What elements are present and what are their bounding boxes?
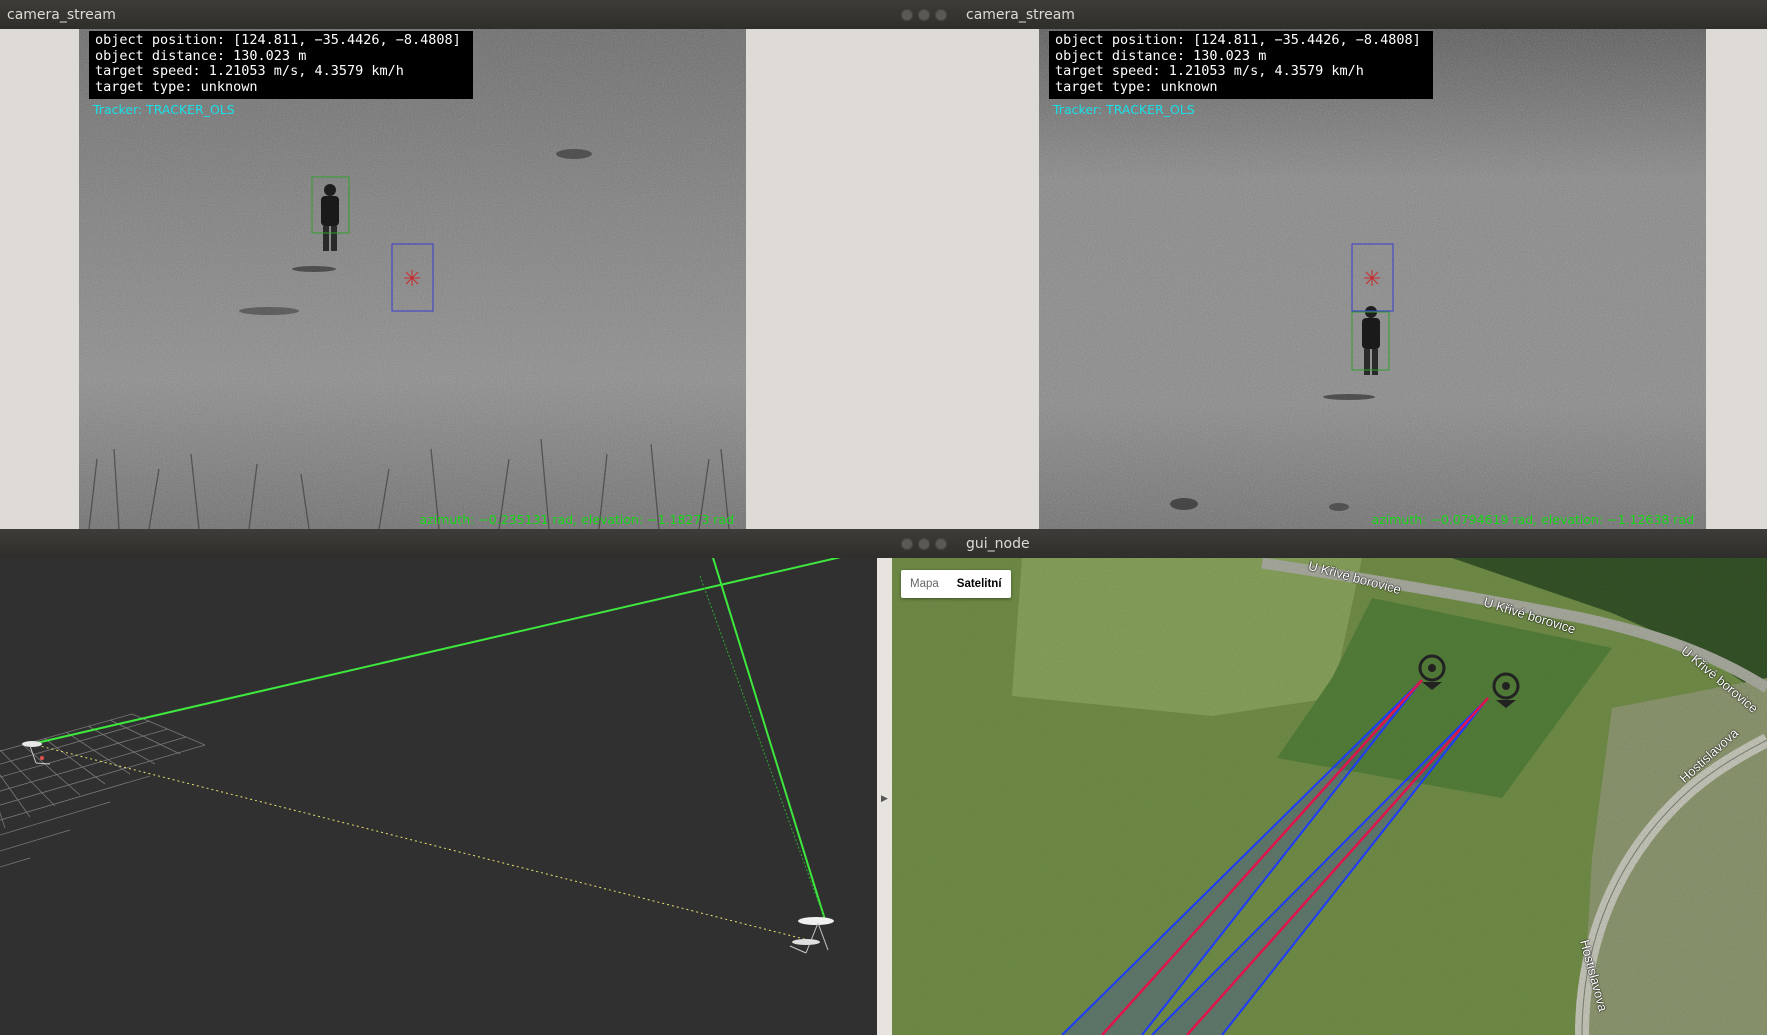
right-camera-content: object position: [124.811, −35.4426, −8.… [892,29,1767,529]
maximize-icon[interactable] [935,538,947,550]
ground-grid [0,713,206,868]
close-icon[interactable] [901,9,913,21]
baseline-dotted [31,743,813,942]
overlay-line: target speed: 1.21053 m/s, 4.3579 km/h [95,63,404,79]
right-camera-frame: object position: [124.811, −35.4426, −8.… [1039,29,1706,529]
rviz-3d-view[interactable]: ▶ [0,558,892,1035]
crosshair-icon [404,270,420,286]
telemetry-overlay: object position: [124.811, −35.4426, −8.… [1049,31,1433,99]
left-camera-titlebar[interactable]: camera_stream [0,0,892,29]
telemetry-overlay: object position: [124.811, −35.4426, −8.… [89,31,473,99]
map-titlebar[interactable]: gui_node [892,529,1767,558]
ray-guide [699,575,827,924]
overlay-line: target type: unknown [95,78,258,95]
right-camera-titlebar[interactable]: camera_stream [892,0,1767,29]
left-camera-window: camera_stream object position: [124.811,… [0,0,892,529]
map-type-satellite-button[interactable]: Satelitní [948,570,1011,598]
left-camera-title: camera_stream [7,7,116,23]
left-camera-frame: object position: [124.811, −35.4426, −8.… [79,29,746,529]
overlay-line: object distance: 130.023 m [1055,47,1267,64]
overlay-line: object position: [124.811, −35.4426, −8.… [1055,32,1421,48]
angles-readout: azimuth: −0.235131 rad, elevation: −1.18… [419,512,734,527]
crosshair-icon [1364,270,1380,286]
sensor-marker-left [22,741,51,765]
rviz-titlebar[interactable] [0,529,892,558]
map-view[interactable]: Mapa Satelitní U Křivé borovice U Křivé … [892,558,1767,1035]
right-camera-window: camera_stream object position: [124.811,… [892,0,1767,529]
map-title: gui_node [966,536,1030,552]
sensor-marker-right [789,917,834,954]
tracker-label: Tracker: TRACKER_OLS [93,102,235,117]
satellite-map[interactable] [892,558,1767,1035]
map-window: gui_node Mapa Satelitní U Křivé borovice… [892,529,1767,1035]
minimize-icon[interactable] [918,9,930,21]
close-icon[interactable] [901,538,913,550]
ray-right-camera [712,558,827,924]
tracker-label: Tracker: TRACKER_OLS [1053,102,1195,117]
collapse-arrow-icon[interactable]: ▶ [881,794,888,804]
left-camera-content: object position: [124.811, −35.4426, −8.… [0,29,892,529]
rviz-window: ▶ [0,529,892,1035]
rviz-scene[interactable] [0,558,892,1035]
map-type-map-button[interactable]: Mapa [901,570,948,598]
right-camera-title: camera_stream [966,7,1075,23]
panel-splitter[interactable]: ▶ [877,558,892,1035]
ray-left-camera [31,558,842,745]
angles-readout: azimuth: −0.0794619 rad, elevation: −1.1… [1371,512,1694,527]
overlay-line: object position: [124.811, −35.4426, −8.… [95,32,461,48]
overlay-line: target type: unknown [1055,78,1218,95]
overlay-line: object distance: 130.023 m [95,47,307,64]
overlay-line: target speed: 1.21053 m/s, 4.3579 km/h [1055,63,1364,79]
minimize-icon[interactable] [918,538,930,550]
maximize-icon[interactable] [935,9,947,21]
map-type-control: Mapa Satelitní [901,570,1011,598]
